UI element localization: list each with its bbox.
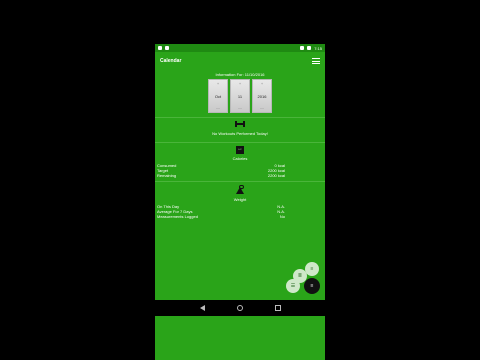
fab-option-c[interactable]: ☰	[286, 279, 300, 293]
year-value: 2016	[257, 93, 267, 99]
day-up-button[interactable]: +	[239, 82, 241, 86]
day-value: 11	[237, 93, 243, 99]
app-title: Calendar	[160, 58, 182, 64]
date-picker: + Oct — + 11 — + 2016 —	[155, 79, 325, 113]
calories-list: Consumed 0 kcal Target 2200 kcal Remaini…	[155, 163, 325, 178]
weight-label: Weight	[233, 197, 247, 202]
status-right: 7:15	[300, 46, 322, 51]
recents-icon[interactable]	[274, 305, 281, 311]
notification-icon	[165, 46, 169, 50]
signal-icon	[300, 46, 305, 50]
day-down-button[interactable]: —	[238, 106, 242, 110]
fab-main-button[interactable]: ≡	[304, 278, 320, 294]
main-content: Information For: 11/10/2016 + Oct — + 11…	[155, 72, 325, 296]
calories-label: Calories	[232, 156, 248, 161]
weight-section: Weight On This Day N.A. Average For 7 Da…	[155, 181, 325, 219]
home-icon[interactable]	[236, 305, 243, 311]
workouts-section: No Workouts Performed Today!	[155, 117, 325, 136]
month-up-button[interactable]: +	[217, 82, 219, 86]
weight-row: Measurements Logged No	[155, 214, 325, 219]
calories-row: Remaining 2200 kcal	[155, 173, 325, 178]
status-left	[158, 46, 169, 50]
calories-row-value: 2200 kcal	[267, 173, 285, 178]
weight-row-value: No	[279, 214, 285, 219]
month-down-button[interactable]: —	[216, 106, 220, 110]
month-picker[interactable]: + Oct —	[208, 79, 228, 113]
year-picker[interactable]: + 2016 —	[252, 79, 272, 113]
menu-icon[interactable]	[312, 58, 320, 64]
download-icon	[158, 46, 162, 50]
app-bar: Calendar	[155, 52, 325, 70]
weight-row-label: Measurements Logged	[157, 214, 198, 219]
fab-option-a[interactable]: ≡	[305, 262, 319, 276]
year-up-button[interactable]: +	[261, 82, 263, 86]
calories-section: EAT Calories Consumed 0 kcal Target 2200…	[155, 142, 325, 178]
status-time: 7:15	[314, 45, 322, 51]
calories-row-label: Remaining	[157, 173, 177, 178]
weight-icon	[235, 185, 245, 195]
calorie-icon: EAT	[236, 146, 244, 154]
back-icon[interactable]	[199, 305, 205, 311]
day-picker[interactable]: + 11 —	[230, 79, 250, 113]
battery-icon	[307, 46, 312, 50]
dumbbell-icon	[235, 121, 245, 127]
month-value: Oct	[214, 93, 222, 99]
year-down-button[interactable]: —	[260, 106, 264, 110]
status-bar: 7:15	[155, 44, 325, 52]
nav-bar	[155, 300, 325, 316]
weight-list: On This Day N.A. Average For 7 Days N.A.…	[155, 204, 325, 219]
info-line: Information For: 11/10/2016	[215, 72, 265, 77]
workouts-message: No Workouts Performed Today!	[212, 131, 268, 136]
calorie-icon-text: EAT	[238, 149, 242, 151]
